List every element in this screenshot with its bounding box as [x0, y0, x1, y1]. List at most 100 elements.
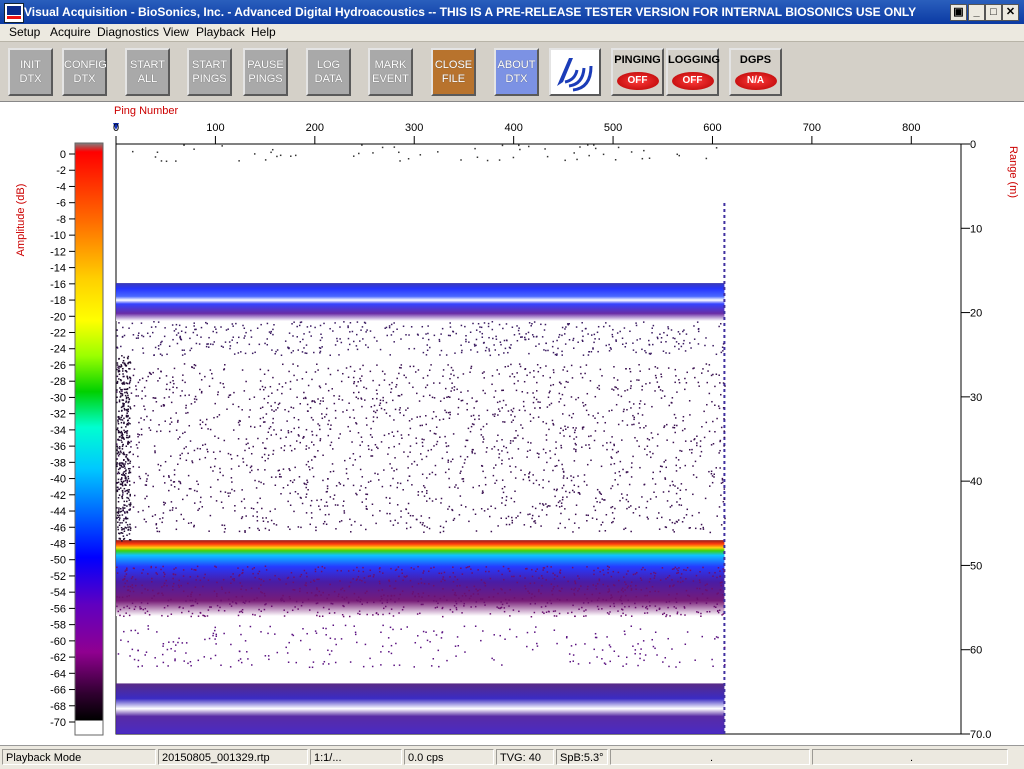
- echo-speckle: [549, 599, 551, 602]
- echo-speckle: [548, 391, 551, 394]
- echogram-plot-area[interactable]: [115, 143, 962, 735]
- echo-speckle: [704, 497, 707, 500]
- echo-speckle: [236, 454, 239, 457]
- echo-speckle: [630, 385, 632, 387]
- echo-speckle: [149, 335, 151, 338]
- echo-speckle: [196, 447, 199, 450]
- start-pings-button[interactable]: START PINGS: [187, 48, 232, 96]
- echo-speckle: [539, 367, 542, 369]
- menu-playback[interactable]: Playback: [196, 25, 245, 39]
- echogram-chart[interactable]: Amplitude (dB) 0-2-4-6-8-10-12-14-16-18-…: [0, 102, 1024, 745]
- echo-speckle: [365, 387, 368, 390]
- echo-speckle: [347, 425, 349, 428]
- echo-speckle: [472, 593, 475, 595]
- echo-speckle: [129, 585, 132, 588]
- echo-speckle: [212, 470, 214, 472]
- echo-speckle: [608, 644, 611, 646]
- echo-speckle: [131, 322, 134, 325]
- echo-speckle: [284, 382, 287, 384]
- dgps-indicator: DGPS N/A: [729, 48, 782, 96]
- echo-speckle: [159, 353, 162, 355]
- restore-icon[interactable]: ▣: [950, 4, 967, 21]
- echo-speckle: [193, 568, 195, 571]
- echo-speckle: [491, 383, 493, 386]
- echo-speckle: [119, 487, 122, 489]
- echo-speckle: [654, 390, 656, 392]
- menu-acquire[interactable]: Acquire: [50, 25, 91, 39]
- log-data-button[interactable]: LOG DATA: [306, 48, 351, 96]
- echo-speckle: [568, 414, 571, 417]
- echo-speckle: [326, 597, 328, 600]
- echo-speckle: [178, 324, 181, 327]
- echo-speckle: [321, 346, 323, 348]
- echo-speckle: [136, 447, 139, 449]
- menu-diagnostics[interactable]: Diagnostics: [97, 25, 159, 39]
- echo-speckle: [129, 362, 132, 364]
- echo-speckle: [511, 326, 514, 328]
- echo-speckle: [641, 496, 643, 498]
- config-dtx-button[interactable]: CONFIG DTX: [62, 48, 107, 96]
- echo-speckle: [509, 588, 511, 591]
- echo-speckle: [241, 608, 244, 611]
- echo-speckle: [160, 568, 162, 571]
- pause-pings-button[interactable]: PAUSE PINGS: [243, 48, 288, 96]
- echo-speckle: [336, 340, 339, 342]
- menu-setup[interactable]: Setup: [9, 25, 40, 39]
- echo-speckle: [118, 472, 121, 475]
- app-icon[interactable]: [4, 3, 24, 23]
- echo-speckle: [419, 521, 422, 524]
- echo-speckle: [325, 627, 327, 630]
- echo-speckle: [673, 606, 675, 608]
- mark-event-button[interactable]: MARK EVENT: [368, 48, 413, 96]
- echo-speckle: [688, 400, 691, 402]
- status-ratio: 1:1/...: [310, 749, 402, 765]
- menu-help[interactable]: Help: [251, 25, 276, 39]
- echo-speckle: [651, 327, 654, 329]
- echo-speckle: [350, 524, 353, 526]
- echo-speckle: [241, 585, 243, 587]
- echo-speckle: [677, 459, 680, 461]
- echo-speckle: [118, 378, 120, 380]
- echo-speckle: [577, 663, 580, 665]
- echo-speckle: [670, 402, 673, 404]
- close-button[interactable]: ✕: [1002, 4, 1019, 21]
- echo-speckle: [216, 593, 218, 595]
- maximize-button[interactable]: □: [985, 4, 1002, 21]
- echo-speckle: [265, 447, 267, 450]
- init-dtx-button[interactable]: INIT DTX: [8, 48, 53, 96]
- echo-speckle: [361, 501, 364, 503]
- minimize-button[interactable]: _: [968, 4, 985, 21]
- echo-speckle: [354, 459, 357, 461]
- echo-speckle: [626, 587, 629, 589]
- biosonics-logo-button[interactable]: [549, 48, 601, 96]
- echo-speckle: [671, 480, 674, 483]
- echo-speckle: [405, 508, 408, 511]
- echo-speckle: [598, 597, 600, 599]
- echo-speckle: [165, 388, 168, 391]
- echo-speckle: [537, 416, 540, 418]
- echo-speckle: [703, 436, 706, 439]
- echo-speckle: [573, 594, 576, 596]
- echo-speckle: [421, 596, 423, 598]
- echo-speckle: [535, 390, 538, 392]
- echo-speckle: [265, 517, 267, 519]
- echo-speckle: [539, 407, 541, 409]
- echo-speckle: [311, 467, 314, 469]
- close-file-button[interactable]: CLOSE FILE: [431, 48, 476, 96]
- echo-speckle: [219, 606, 221, 609]
- echo-speckle: [630, 581, 633, 583]
- echo-speckle: [274, 484, 277, 486]
- echo-speckle: [416, 333, 419, 336]
- menu-view[interactable]: View: [163, 25, 189, 39]
- echo-speckle: [497, 434, 499, 437]
- echo-speckle: [545, 342, 547, 345]
- about-dtx-button[interactable]: ABOUT DTX: [494, 48, 539, 96]
- echo-speckle: [299, 587, 301, 590]
- echo-speckle: [129, 406, 131, 408]
- echo-speckle: [686, 371, 688, 374]
- echo-speckle: [343, 512, 346, 514]
- echo-speckle: [665, 614, 668, 616]
- echo-speckle: [512, 419, 514, 422]
- echo-speckle: [638, 363, 640, 366]
- start-all-button[interactable]: START ALL: [125, 48, 170, 96]
